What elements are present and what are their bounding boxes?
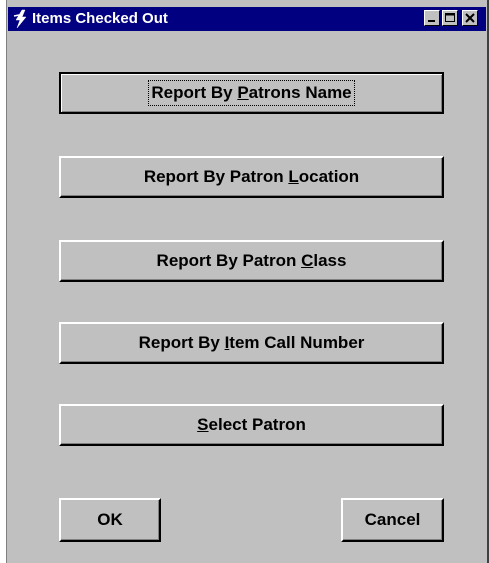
report-by-patrons-name-label: Report By Patrons Name: [148, 80, 355, 106]
report-by-patron-location-label: Report By Patron Location: [143, 167, 360, 186]
report-by-item-call-number-label: Report By Item Call Number: [138, 333, 365, 352]
report-by-patron-class-button[interactable]: Report By Patron Class: [59, 240, 444, 282]
lightning-app-icon[interactable]: [12, 9, 30, 29]
close-icon: [465, 13, 475, 23]
minimize-icon: [428, 20, 435, 22]
select-patron-label: Select Patron: [197, 415, 306, 434]
close-button[interactable]: [462, 10, 478, 26]
maximize-icon: [445, 13, 455, 22]
cancel-button[interactable]: Cancel: [341, 498, 444, 542]
report-by-item-call-number-button[interactable]: Report By Item Call Number: [59, 322, 444, 364]
window-frame-left: [6, 0, 7, 563]
title-bar[interactable]: Items Checked Out: [8, 7, 486, 31]
ok-label: OK: [97, 510, 123, 529]
cancel-label: Cancel: [364, 510, 421, 529]
select-patron-button[interactable]: Select Patron: [59, 404, 444, 446]
maximize-button[interactable]: [442, 10, 458, 26]
window-title: Items Checked Out: [32, 10, 168, 27]
ok-button[interactable]: OK: [59, 498, 161, 542]
report-by-patrons-name-button[interactable]: Report By Patrons Name: [59, 72, 444, 114]
minimize-button[interactable]: [424, 10, 440, 26]
report-by-patron-class-label: Report By Patron Class: [156, 251, 347, 270]
items-checked-out-dialog: Items Checked Out Report By Patrons Name…: [0, 0, 489, 563]
report-by-patron-location-button[interactable]: Report By Patron Location: [59, 156, 444, 198]
